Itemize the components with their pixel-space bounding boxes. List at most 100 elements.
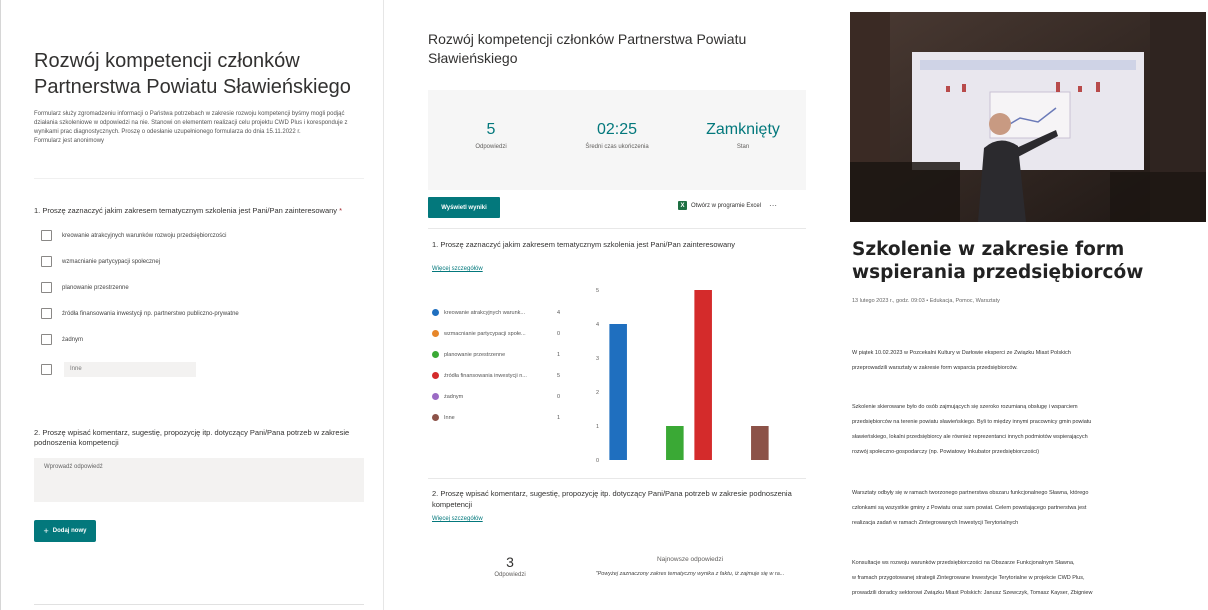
open-in-excel-button[interactable]: X Otwórz w programie Excel ··· [678,201,777,210]
option-label: źródła finansowania inwestycji np. partn… [62,310,239,317]
legend-label: żadnym [444,393,464,400]
more-details-link[interactable]: Więcej szczegółów [432,266,483,272]
stat-responses: 5 Odpowiedzi [428,120,554,150]
latest-response-quote: "Powyżej zaznaczony zakres tematyczny wy… [595,571,785,577]
article-line: przeprowadzili warsztaty w zakresie form… [852,365,1018,371]
stat-value: 02:25 [596,121,638,138]
legend-swatch [432,309,439,316]
option-label: żadnym [62,336,84,343]
legend-label: planowanie przestrzenne [444,351,506,358]
y-tick-label: 3 [596,356,599,362]
legend-item: wzmacnianie partycypacji społe... 0 [432,327,560,340]
article-line: Warsztaty odbyły się w ramach tworzonego… [852,490,1089,496]
stat-value: Zamknięty [706,121,780,138]
stat-label: Stan [736,144,750,150]
option-other[interactable]: Inne [41,362,196,377]
legend-label: Inne [444,414,455,421]
question-2-title: 2. Proszę wpisać komentarz, sugestię, pr… [34,428,350,447]
legend-count: 1 [556,414,560,421]
presentation-photo-image [850,12,1206,222]
legend-label: kreowanie atrakcyjnych warunk... [444,309,526,316]
question-1-title: 1. Proszę zaznaczyć jakim zakresem temat… [34,206,364,215]
article-line: realizacja zadań w ramach Zintegrowanych… [852,520,1019,526]
bar[interactable] [666,426,684,460]
article-line: w framach przygotowanej strategii Zinteg… [852,575,1085,581]
legend-count: 4 [556,309,560,316]
article-paragraph: Szkolenie skierowane było do osób zajmuj… [852,400,1208,460]
checkbox[interactable] [41,256,52,267]
y-tick-label: 0 [596,458,599,464]
legend-count: 1 [556,351,560,358]
add-new-button[interactable]: + Dodaj nowy [34,520,96,542]
article-line: przedsiębiorców na terenie powiatu sławi… [852,419,1092,425]
option-label: planowanie przestrzenne [62,284,129,291]
stat-status: Zamknięty Stan [680,120,806,150]
option-zadnym[interactable]: żadnym [41,334,83,345]
checkbox[interactable] [41,282,52,293]
response-count-label: Odpowiedzi [494,572,526,578]
other-input[interactable]: Inne [64,362,196,377]
view-results-button[interactable]: Wyświetl wyniki [428,197,500,218]
article-photo [850,12,1206,222]
answer-input[interactable]: Wprowadź odpowiedź [34,458,364,502]
article-line: Konsultacje ws rozwoju warunków przedsię… [852,560,1075,566]
more-details-link[interactable]: Więcej szczegółów [432,516,483,522]
bar[interactable] [751,426,769,460]
add-new-label: Dodaj nowy [52,528,87,534]
legend-label: wzmacnianie partycypacji społe... [444,330,526,337]
article-line: członkami są wszystkie gminy z Powiatu o… [852,505,1087,511]
article-panel: Szkolenie w zakresie form wspierania prz… [848,0,1208,610]
excel-label: Otwórz w programie Excel [691,202,762,209]
latest-responses: Najnowsze odpowiedzi "Powyżej zaznaczony… [570,556,810,577]
latest-responses-label: Najnowsze odpowiedzi [656,556,724,563]
form-description: Formularz służy zgromadzeniu informacji … [34,110,364,146]
checkbox[interactable] [41,230,52,241]
article-meta: 13 lutego 2023 r., godz. 09:03 • Edukacj… [852,298,1000,304]
legend-swatch [432,351,439,358]
results-question-1: 1. Proszę zaznaczyć jakim zakresem temat… [432,240,736,249]
checkbox[interactable] [41,308,52,319]
bar[interactable] [694,290,712,460]
article-title: Szkolenie w zakresie form wspierania prz… [852,239,1144,283]
article-line: W piątek 10.02.2023 w Pozcekalni Kultury… [852,350,1071,356]
form-title: Rozwój kompetencji członków Partnerstwa … [34,50,351,98]
stat-value: 5 [486,121,496,138]
option-wzmacnianie[interactable]: wzmacnianie partycypacji społecznej [41,256,160,267]
article-line: rozwój społeczno-gospodarczy (np. Powiat… [852,449,1040,455]
stat-avg-time: 02:25 Średni czas ukończenia [554,120,680,150]
legend-count: 0 [556,330,560,337]
legend-swatch [432,393,439,400]
legend-count: 0 [556,393,560,400]
legend-swatch [432,372,439,379]
checkbox[interactable] [41,364,52,375]
form-panel: Rozwój kompetencji członków Partnerstwa … [0,0,384,610]
checkbox[interactable] [41,334,52,345]
bar[interactable] [609,324,627,460]
legend-swatch [432,414,439,421]
y-tick-label: 5 [596,288,599,294]
article-line: Szkolenie skierowane było do osób zajmuj… [852,404,1078,410]
option-zrodla[interactable]: źródła finansowania inwestycji np. partn… [41,308,239,319]
excel-icon: X [678,201,687,210]
option-kreowanie[interactable]: kreowanie atrakcyjnych warunków rozwoju … [41,230,226,241]
legend-count: 5 [556,372,560,379]
divider [34,178,364,179]
plus-icon: + [43,526,49,536]
article-paragraph: W piątek 10.02.2023 w Pozcekalni Kultury… [852,346,1208,376]
option-planowanie[interactable]: planowanie przestrzenne [41,282,129,293]
y-tick-label: 4 [596,322,599,328]
divider [428,478,806,479]
legend-item: żadnym 0 [432,390,560,403]
required-mark: * [339,206,343,215]
question-1-text: 1. Proszę zaznaczyć jakim zakresem temat… [34,206,338,215]
legend-item: planowanie przestrzenne 1 [432,348,560,361]
y-tick-label: 1 [596,424,599,430]
more-options-icon[interactable]: ··· [769,201,777,210]
article-paragraph: Warsztaty odbyły się w ramach tworzonego… [852,486,1208,531]
legend-label: źródła finansowania inwestycji n... [444,372,527,379]
bar-chart: 0 1 2 3 4 5 [596,288,769,464]
form-description-line: Formularz służy zgromadzeniu informacji … [34,111,345,117]
article-line: prowadzili doradcy sektorowi Związku Mia… [852,590,1093,596]
option-label: wzmacnianie partycypacji społecznej [62,258,161,265]
form-description-line: Formularz jest anonimowy [34,138,105,144]
